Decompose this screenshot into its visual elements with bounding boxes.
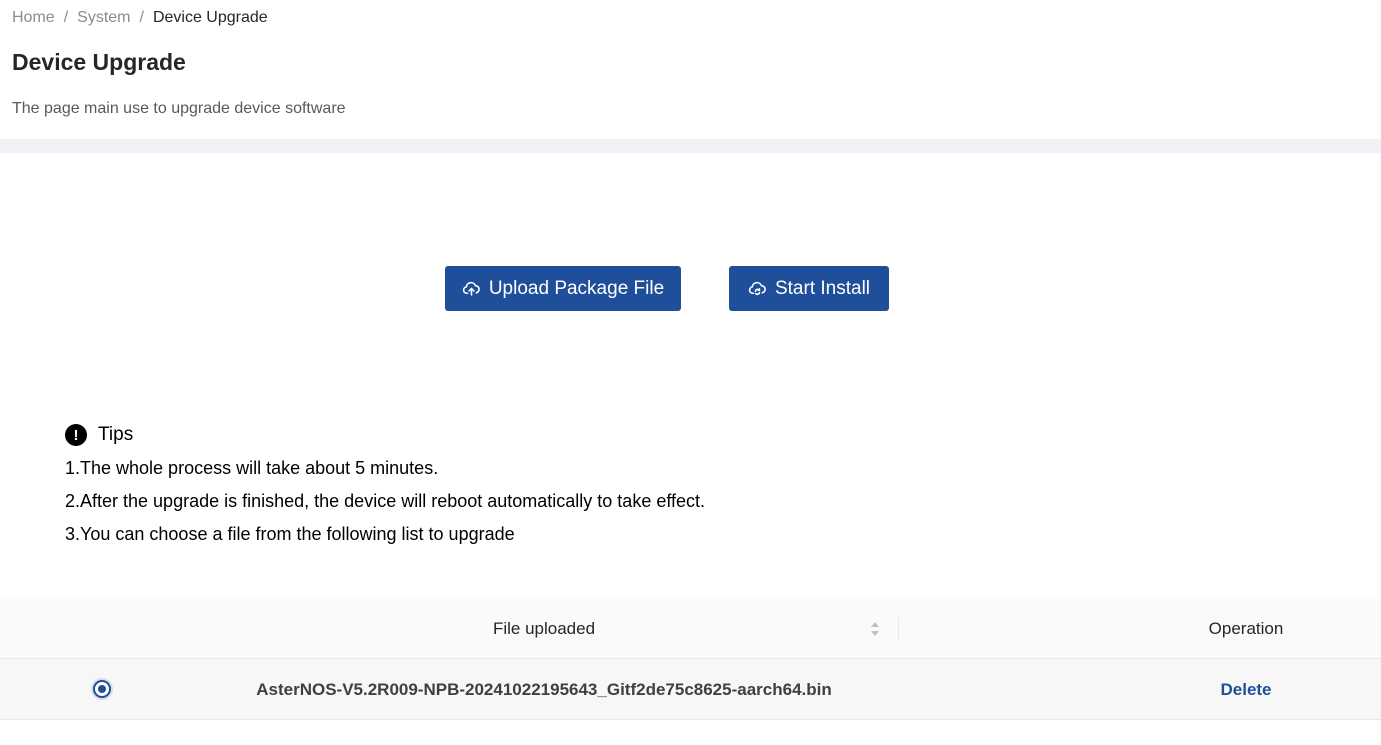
start-install-label: Start Install [774, 277, 871, 299]
tips-header: ! Tips [65, 423, 705, 447]
breadcrumb-system[interactable]: System [77, 8, 130, 28]
tips-title: Tips [98, 424, 134, 445]
column-header-file[interactable]: File uploaded [190, 599, 898, 659]
uploaded-files-table: File uploaded Operation AsterNOS-V5.2R00… [0, 599, 1381, 720]
table-row: AsterNOS-V5.2R009-NPB-20241022195643_Git… [0, 659, 1381, 720]
delete-link[interactable]: Delete [1220, 680, 1271, 700]
exclamation-circle-icon: ! [65, 424, 87, 446]
page-header: Home / System / Device Upgrade Device Up… [0, 0, 1381, 139]
tip-line: 3.You can choose a file from the followi… [65, 524, 515, 544]
table-header: File uploaded Operation [0, 599, 1381, 659]
tip-line: 2.After the upgrade is finished, the dev… [65, 491, 706, 511]
breadcrumb-home[interactable]: Home [12, 8, 55, 28]
operation-cell: Delete [1112, 659, 1380, 720]
breadcrumb-device-upgrade: Device Upgrade [152, 9, 268, 26]
row-select-radio[interactable] [93, 680, 111, 698]
cloud-upload-icon [462, 281, 480, 296]
breadcrumb: Home / System / Device Upgrade [12, 8, 268, 28]
breadcrumb-separator: / [63, 9, 69, 26]
upload-package-label: Upload Package File [488, 277, 665, 299]
upload-package-button[interactable]: Upload Package File [445, 266, 681, 311]
start-install-button[interactable]: Start Install [729, 266, 889, 311]
column-header-operation: Operation [1208, 619, 1284, 638]
column-separator [898, 618, 899, 640]
breadcrumb-separator: / [139, 9, 144, 26]
cloud-sync-icon [748, 281, 766, 295]
tip-line: 1.The whole process will take about 5 mi… [65, 458, 439, 478]
page-title: Device Upgrade [12, 49, 186, 75]
section-divider [0, 139, 1381, 153]
tips-section: ! Tips 1.The whole process will take abo… [65, 423, 705, 545]
page-description: The page main use to upgrade device soft… [12, 100, 346, 117]
file-name-cell: AsterNOS-V5.2R009-NPB-20241022195643_Git… [256, 679, 832, 699]
sort-icon[interactable] [869, 620, 881, 638]
main-content: Upload Package File Start Install ! Tips… [0, 153, 1381, 745]
